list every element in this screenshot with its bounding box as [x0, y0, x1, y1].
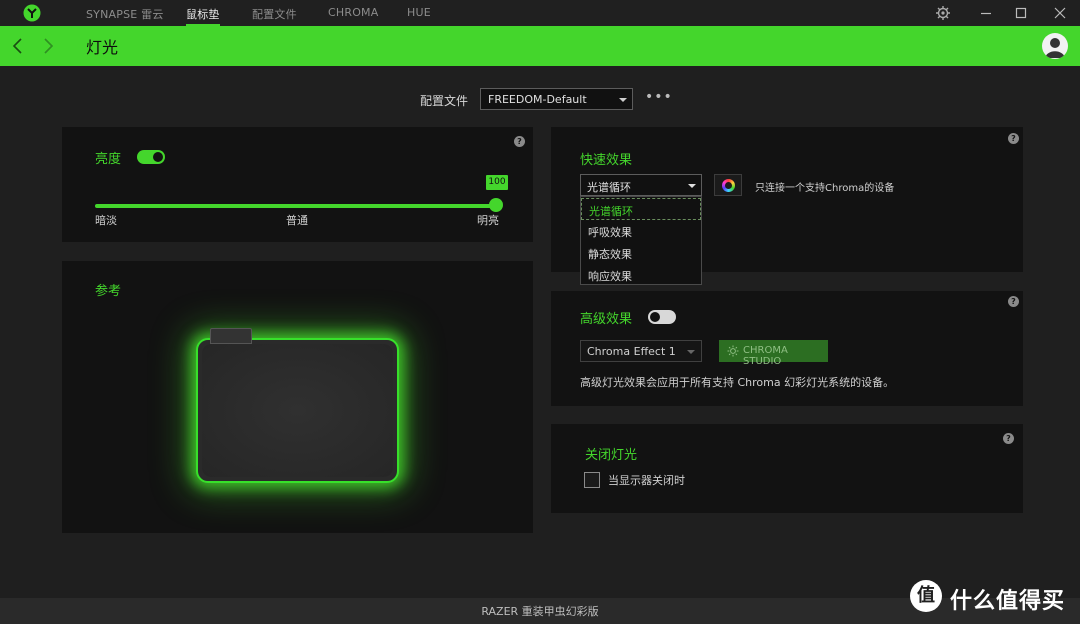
tab-chroma[interactable]: CHROMA	[328, 6, 378, 19]
device-name: RAZER 重装甲虫幻彩版	[481, 605, 599, 618]
menu-item-static[interactable]: 静态效果	[581, 242, 701, 264]
page-header: 灯光	[0, 26, 1080, 66]
chroma-connect-button[interactable]	[714, 174, 742, 196]
profile-dropdown[interactable]: FREEDOM-Default	[480, 88, 633, 110]
advanced-effect-label: 高级效果	[580, 312, 633, 327]
brightness-min-label: 暗淡	[95, 214, 117, 227]
help-icon[interactable]: ?	[1003, 433, 1014, 444]
tab-synapse[interactable]: SYNAPSE 雷云	[86, 6, 164, 22]
chroma-note: 只连接一个支持Chroma的设备	[755, 183, 895, 194]
mousemat-cable-block	[210, 328, 252, 344]
smzdm-watermark: 值 什么值得买	[910, 580, 1075, 614]
chevron-down-icon	[619, 98, 627, 102]
menu-item-reactive[interactable]: 响应效果	[581, 264, 701, 286]
lights-off-label: 关闭灯光	[585, 448, 638, 463]
settings-gear-icon[interactable]	[934, 4, 952, 22]
quick-effect-value: 光谱循环	[587, 181, 631, 194]
title-bar: SYNAPSE 雷云 鼠标垫 配置文件 CHROMA HUE	[0, 0, 1080, 26]
advanced-effect-toggle[interactable]	[648, 310, 676, 324]
brightness-slider-track[interactable]	[95, 204, 497, 208]
quick-effect-dropdown[interactable]: 光谱循环	[580, 174, 702, 196]
display-off-label: 当显示器关闭时	[608, 474, 685, 487]
profile-label: 配置文件	[420, 94, 469, 108]
brightness-max-label: 明亮	[477, 214, 499, 227]
toggle-knob	[153, 152, 163, 162]
chroma-studio-button[interactable]: CHROMA STUDIO	[719, 340, 828, 367]
help-icon[interactable]: ?	[1008, 133, 1019, 144]
lights-off-panel: ?	[551, 424, 1023, 513]
watermark-text: 什么值得买	[950, 589, 1066, 614]
brightness-label: 亮度	[95, 152, 122, 167]
tab-profiles[interactable]: 配置文件	[252, 6, 297, 22]
watermark-logo: 值	[910, 580, 942, 612]
brightness-slider-thumb[interactable]	[489, 198, 503, 212]
page-title: 灯光	[86, 38, 119, 57]
advanced-effect-dropdown[interactable]: Chroma Effect 1	[580, 340, 702, 362]
display-off-checkbox[interactable]	[584, 472, 600, 488]
chevron-down-icon	[687, 350, 695, 354]
advanced-effect-description: 高级灯光效果会应用于所有支持 Chroma 幻彩灯光系统的设备。	[580, 376, 895, 389]
brightness-mid-label: 普通	[286, 214, 308, 227]
brightness-value-badge: 100	[486, 175, 508, 190]
mousemat-preview	[196, 338, 399, 483]
quick-effect-label: 快速效果	[580, 153, 633, 168]
advanced-effect-value: Chroma Effect 1	[587, 345, 676, 358]
chevron-down-icon	[688, 184, 696, 188]
help-icon[interactable]: ?	[514, 136, 525, 147]
quick-effect-menu: 光谱循环 呼吸效果 静态效果 响应效果	[580, 196, 702, 285]
menu-item-spectrum[interactable]: 光谱循环	[581, 198, 701, 220]
minimize-icon[interactable]	[977, 4, 995, 22]
back-arrow-icon[interactable]	[10, 35, 26, 57]
sun-icon	[727, 345, 739, 357]
help-icon[interactable]: ?	[1008, 296, 1019, 307]
chroma-wheel-icon	[722, 179, 735, 192]
menu-item-breathing[interactable]: 呼吸效果	[581, 220, 701, 242]
user-icon	[1045, 38, 1065, 58]
chroma-studio-label: CHROMA STUDIO	[743, 345, 788, 367]
forward-arrow-icon[interactable]	[40, 35, 56, 57]
tab-mousemat[interactable]: 鼠标垫	[186, 6, 220, 22]
reference-label: 参考	[95, 284, 122, 299]
toggle-knob	[650, 312, 660, 322]
maximize-icon[interactable]	[1012, 4, 1030, 22]
mousemat-surface	[202, 344, 393, 477]
more-options-button[interactable]: •••	[645, 90, 673, 104]
brightness-toggle[interactable]	[137, 150, 165, 164]
profile-value: FREEDOM-Default	[488, 93, 587, 106]
tab-hue[interactable]: HUE	[407, 6, 431, 19]
user-avatar[interactable]	[1042, 33, 1068, 59]
close-icon[interactable]	[1051, 4, 1069, 22]
razer-logo-icon[interactable]	[22, 4, 42, 22]
